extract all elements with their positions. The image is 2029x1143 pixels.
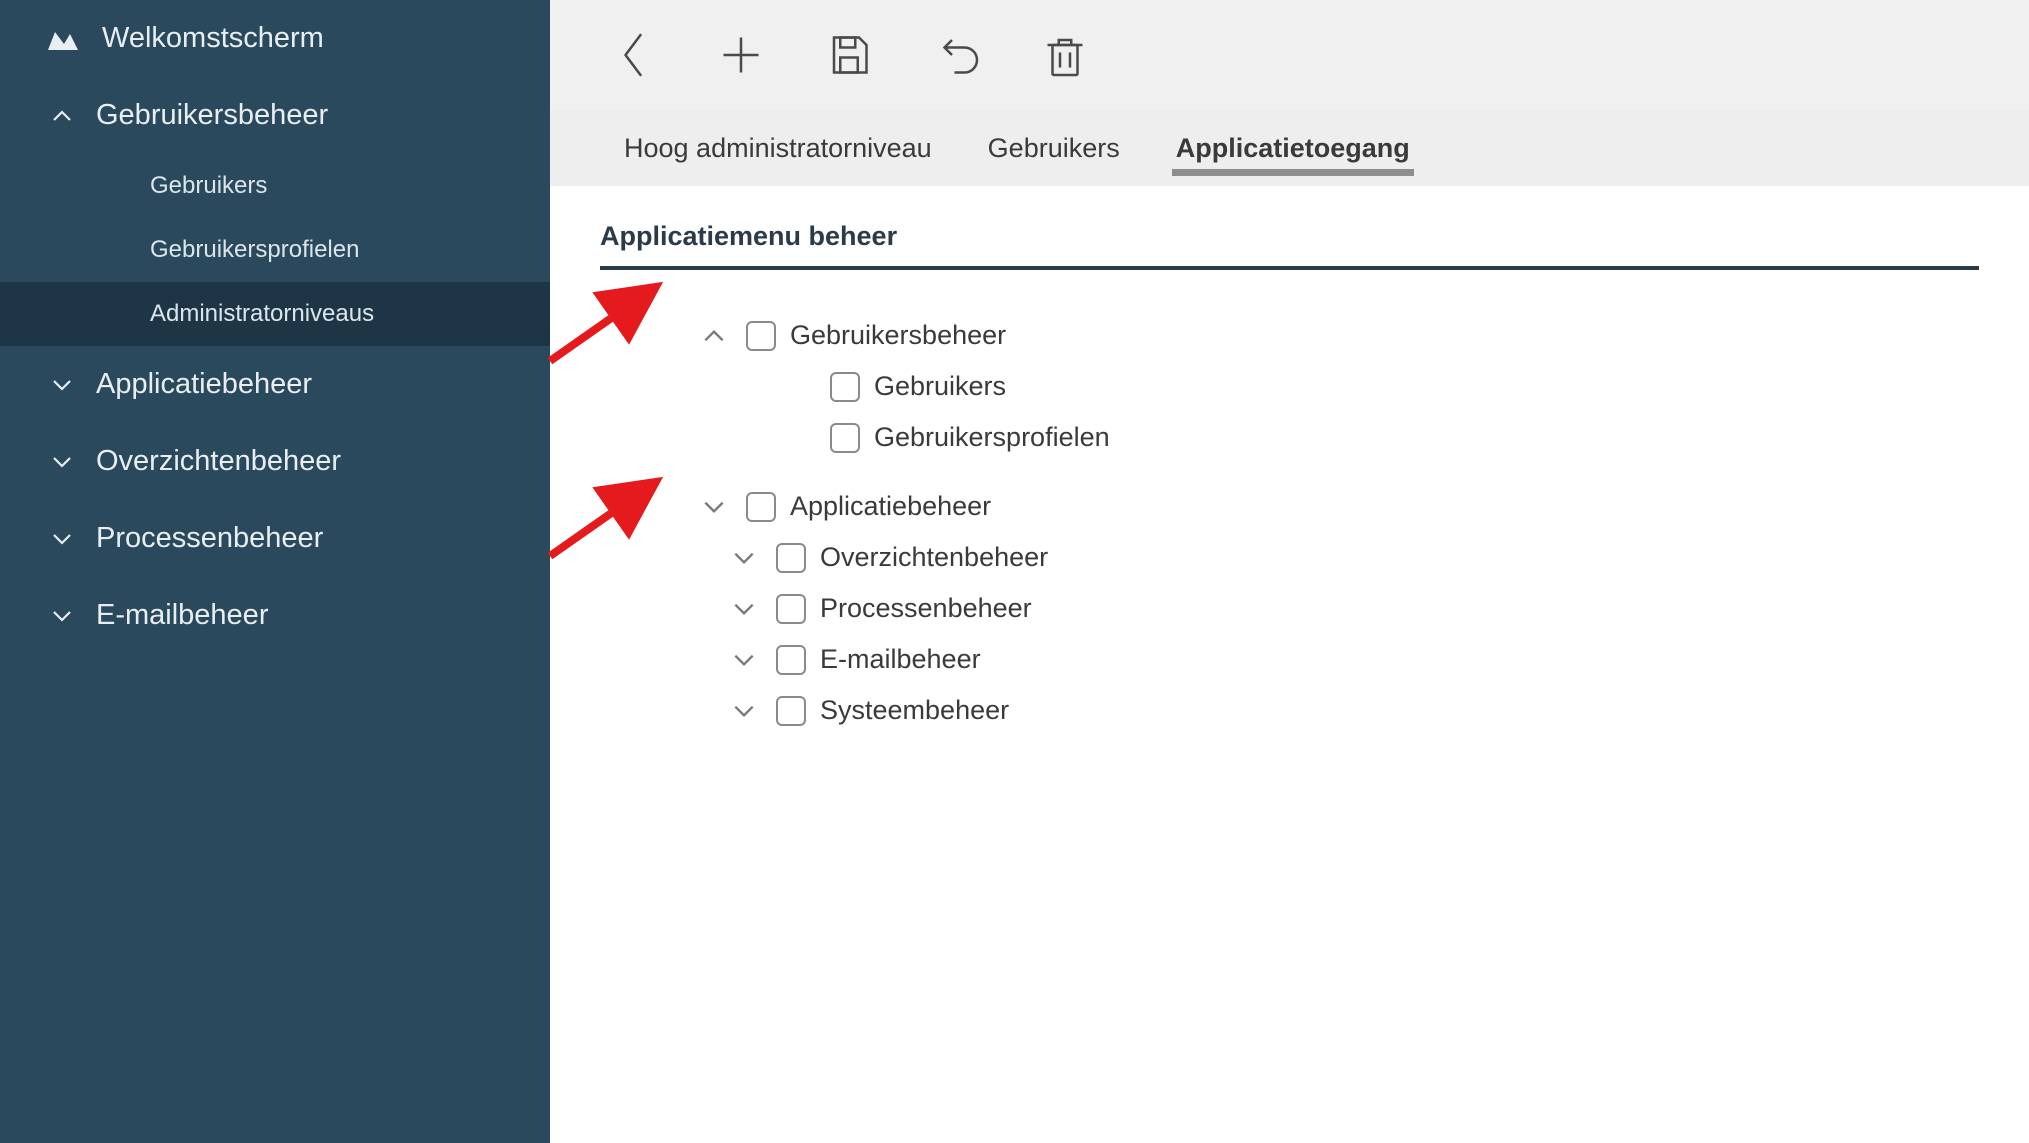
- content-area: Applicatiemenu beheer Gebruikersbeheer G…: [550, 186, 2029, 766]
- sidebar-item-processenbeheer[interactable]: Processenbeheer: [0, 500, 550, 577]
- tree-item-overzichtenbeheer[interactable]: Overzichtenbeheer: [600, 532, 1979, 583]
- sidebar-item-label: Processenbeheer: [96, 522, 323, 555]
- chevron-down-icon[interactable]: [700, 493, 728, 521]
- tree-item-label: Systeembeheer: [820, 695, 1009, 726]
- chevron-down-icon: [48, 448, 76, 476]
- sidebar-sub-gebruikers[interactable]: Gebruikers: [0, 154, 550, 218]
- tree-item-gebruikers[interactable]: Gebruikers: [600, 361, 1979, 412]
- sidebar-item-applicatiebeheer[interactable]: Applicatiebeheer: [0, 346, 550, 423]
- chevron-down-icon: [48, 525, 76, 553]
- sidebar-sub-label: Administratorniveaus: [150, 300, 374, 327]
- tree-item-emailbeheer[interactable]: E-mailbeheer: [600, 634, 1979, 685]
- tree-item-label: E-mailbeheer: [820, 644, 981, 675]
- sidebar-item-welcome[interactable]: Welkomstscherm: [0, 0, 550, 77]
- tab-label: Hoog administratorniveau: [624, 133, 932, 163]
- delete-button[interactable]: [1040, 30, 1090, 80]
- tree-item-label: Processenbeheer: [820, 593, 1032, 624]
- sidebar-item-emailbeheer[interactable]: E-mailbeheer: [0, 577, 550, 654]
- tree-item-processenbeheer[interactable]: Processenbeheer: [600, 583, 1979, 634]
- checkbox[interactable]: [776, 696, 806, 726]
- chevron-up-icon: [48, 102, 76, 130]
- toolbar: [550, 0, 2029, 110]
- tree-item-systeembeheer[interactable]: Systeembeheer: [600, 685, 1979, 736]
- sidebar-item-label: Welkomstscherm: [102, 22, 324, 55]
- tab-label: Applicatietoegang: [1176, 133, 1410, 163]
- sidebar-item-label: Overzichtenbeheer: [96, 445, 341, 478]
- chevron-down-icon[interactable]: [730, 697, 758, 725]
- chevron-down-icon[interactable]: [730, 595, 758, 623]
- sidebar-item-label: Applicatiebeheer: [96, 368, 312, 401]
- sidebar-sub-gebruikersprofielen[interactable]: Gebruikersprofielen: [0, 218, 550, 282]
- tab-hoog-administratorniveau[interactable]: Hoog administratorniveau: [620, 115, 936, 182]
- tree-item-label: Gebruikers: [874, 371, 1006, 402]
- chevron-down-icon: [48, 602, 76, 630]
- sidebar-item-label: E-mailbeheer: [96, 599, 268, 632]
- sidebar-item-label: Gebruikersbeheer: [96, 99, 328, 132]
- chevron-down-icon: [48, 371, 76, 399]
- sidebar-item-gebruikersbeheer[interactable]: Gebruikersbeheer: [0, 77, 550, 154]
- sidebar-item-overzichtenbeheer[interactable]: Overzichtenbeheer: [0, 423, 550, 500]
- section-title: Applicatiemenu beheer: [600, 221, 1979, 270]
- add-button[interactable]: [716, 30, 766, 80]
- sidebar-sub-administratorniveaus[interactable]: Administratorniveaus: [0, 282, 550, 346]
- tab-bar: Hoog administratorniveau Gebruikers Appl…: [550, 110, 2029, 186]
- undo-button[interactable]: [932, 30, 982, 80]
- tree-item-label: Gebruikersbeheer: [790, 320, 1006, 351]
- back-button[interactable]: [608, 30, 658, 80]
- tab-gebruikers[interactable]: Gebruikers: [984, 115, 1124, 182]
- tree-item-label: Applicatiebeheer: [790, 491, 991, 522]
- chevron-up-icon[interactable]: [700, 322, 728, 350]
- sidebar-sub-label: Gebruikersprofielen: [150, 236, 359, 263]
- checkbox[interactable]: [830, 372, 860, 402]
- tree-item-applicatiebeheer[interactable]: Applicatiebeheer: [600, 481, 1979, 532]
- checkbox[interactable]: [746, 492, 776, 522]
- tree-item-label: Gebruikersprofielen: [874, 422, 1110, 453]
- tab-label: Gebruikers: [988, 133, 1120, 163]
- save-button[interactable]: [824, 30, 874, 80]
- home-icon: [48, 24, 78, 54]
- checkbox[interactable]: [776, 645, 806, 675]
- tree-item-gebruikersbeheer[interactable]: Gebruikersbeheer: [600, 310, 1979, 361]
- tree-item-label: Overzichtenbeheer: [820, 542, 1048, 573]
- checkbox[interactable]: [776, 543, 806, 573]
- tree-item-gebruikersprofielen[interactable]: Gebruikersprofielen: [600, 412, 1979, 463]
- permission-tree: Gebruikersbeheer Gebruikers Gebruikerspr…: [600, 310, 1979, 736]
- tab-applicatietoegang[interactable]: Applicatietoegang: [1172, 115, 1414, 182]
- checkbox[interactable]: [746, 321, 776, 351]
- sidebar-sub-label: Gebruikers: [150, 172, 267, 199]
- sidebar: Welkomstscherm Gebruikersbeheer Gebruike…: [0, 0, 550, 1143]
- checkbox[interactable]: [830, 423, 860, 453]
- main-content: Hoog administratorniveau Gebruikers Appl…: [550, 0, 2029, 1143]
- chevron-down-icon[interactable]: [730, 544, 758, 572]
- chevron-down-icon[interactable]: [730, 646, 758, 674]
- checkbox[interactable]: [776, 594, 806, 624]
